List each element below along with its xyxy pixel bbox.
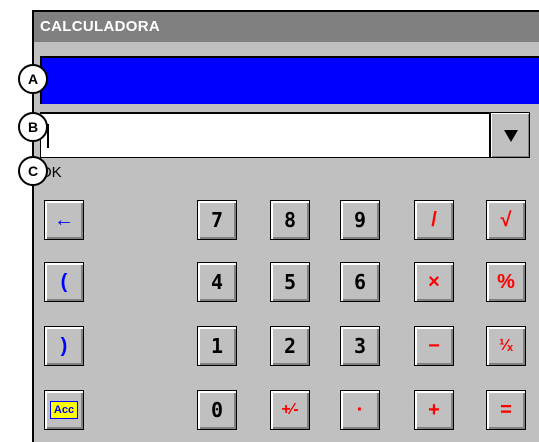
- left-arrow-icon: ←: [54, 208, 74, 231]
- digit-2-button[interactable]: 2: [270, 326, 310, 366]
- digit-5-button[interactable]: 5: [270, 262, 310, 302]
- digit-3-button[interactable]: 3: [340, 326, 380, 366]
- sqrt-button[interactable]: √: [486, 200, 526, 240]
- callout-c: C: [18, 156, 48, 186]
- digit-7-button[interactable]: 7: [197, 200, 237, 240]
- window-title: CALCULADORA: [34, 12, 539, 42]
- backspace-button[interactable]: ←: [44, 200, 84, 240]
- acc-label: Acc: [49, 401, 79, 419]
- divide-button[interactable]: /: [414, 200, 454, 240]
- digit-9-button[interactable]: 9: [340, 200, 380, 240]
- equals-button[interactable]: =: [486, 390, 526, 430]
- dropdown-arrow-icon: [504, 130, 518, 142]
- history-dropdown-button[interactable]: [490, 112, 530, 158]
- plus-button[interactable]: +: [414, 390, 454, 430]
- callout-b: B: [18, 112, 48, 142]
- calculator-window: CALCULADORA OK ← ( ) Acc 7 8 9 / √ 4 5 6…: [32, 10, 539, 442]
- digit-0-button[interactable]: 0: [197, 390, 237, 430]
- digit-8-button[interactable]: 8: [270, 200, 310, 240]
- multiply-button[interactable]: ×: [414, 262, 454, 302]
- reciprocal-button[interactable]: ¹⁄ₓ: [486, 326, 526, 366]
- percent-button[interactable]: %: [486, 262, 526, 302]
- digit-6-button[interactable]: 6: [340, 262, 380, 302]
- decimal-point-button[interactable]: ·: [340, 390, 380, 430]
- digit-4-button[interactable]: 4: [197, 262, 237, 302]
- result-display: [40, 56, 539, 104]
- close-paren-button[interactable]: ): [44, 326, 84, 366]
- callout-a: A: [18, 64, 48, 94]
- accumulate-button[interactable]: Acc: [44, 390, 84, 430]
- digit-1-button[interactable]: 1: [197, 326, 237, 366]
- open-paren-button[interactable]: (: [44, 262, 84, 302]
- expression-input[interactable]: [40, 112, 490, 158]
- plus-minus-button[interactable]: +⁄-: [270, 390, 310, 430]
- minus-button[interactable]: −: [414, 326, 454, 366]
